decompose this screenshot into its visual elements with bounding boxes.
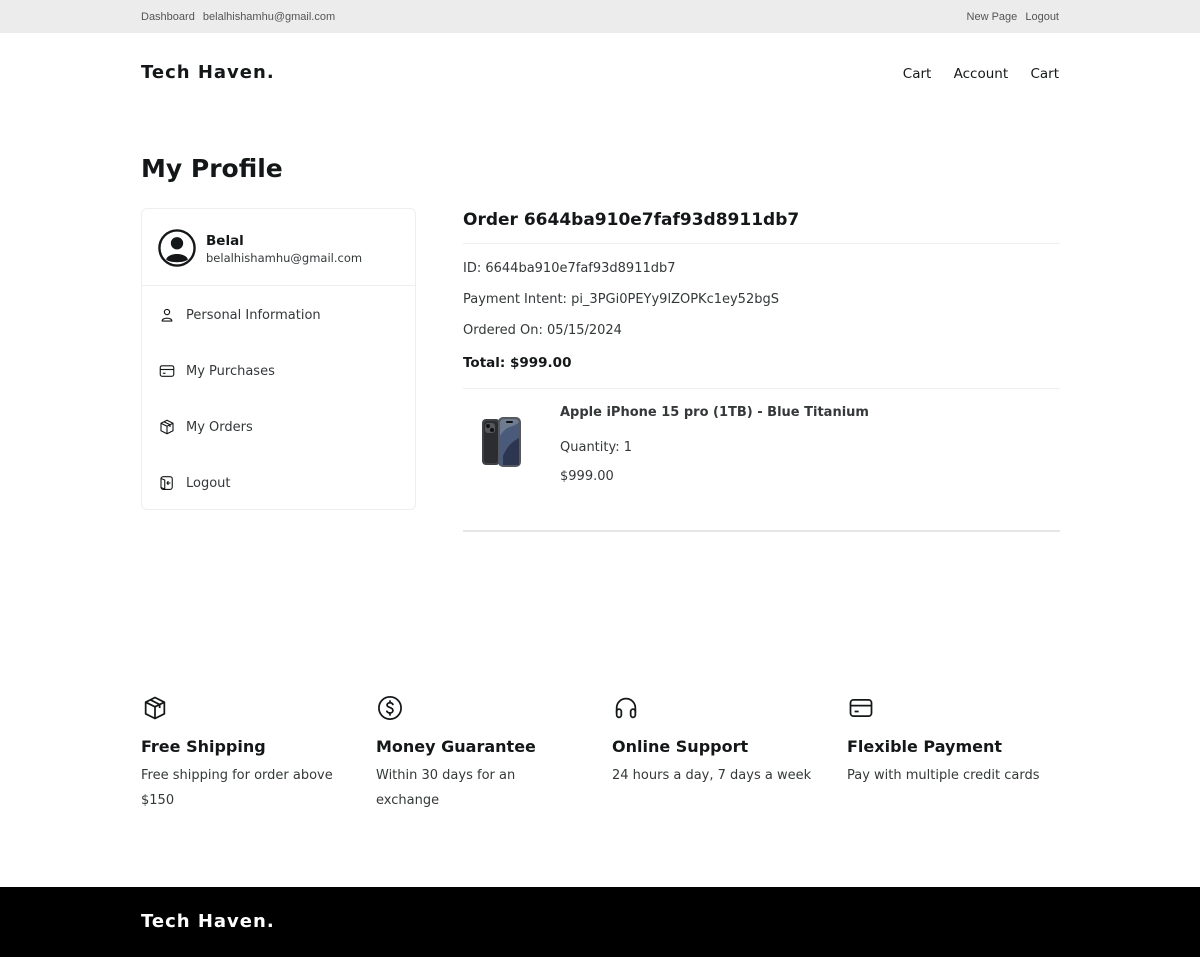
profile-sidebar: Belal belalhishamhu@gmail.com Personal I…	[141, 208, 416, 510]
dashboard-link[interactable]: Dashboard	[141, 11, 195, 23]
divider	[463, 243, 1060, 244]
feature-title: Flexible Payment	[847, 737, 1003, 756]
features-section: Free Shipping Free shipping for order ab…	[141, 694, 1061, 814]
product-quantity: Quantity: 1	[560, 440, 633, 455]
headphones-icon	[615, 697, 637, 719]
nav-account[interactable]: Account	[954, 66, 1009, 82]
order-title: Order 6644ba910e7faf93d8911db7	[463, 210, 800, 230]
menu-label: Logout	[186, 475, 231, 491]
logout-icon	[160, 476, 173, 490]
feature-desc: 24 hours a day, 7 days a week	[612, 768, 812, 783]
top-bar: Dashboard belalhishamhu@gmail.com New Pa…	[0, 0, 1200, 33]
nav-cart-2[interactable]: Cart	[1030, 66, 1059, 82]
feature-title: Free Shipping	[141, 737, 266, 756]
product-price: $999.00	[560, 469, 614, 484]
menu-my-purchases[interactable]: My Purchases	[158, 362, 275, 380]
menu-logout[interactable]: Logout	[158, 474, 231, 492]
profile-email: belalhishamhu@gmail.com	[206, 251, 363, 265]
credit-card-icon	[159, 365, 175, 377]
menu-label: Personal Information	[186, 307, 321, 323]
payment-intent: Payment Intent: pi_3PGi0PEYy9lZOPKc1ey52…	[463, 292, 779, 307]
topbar-logout-link[interactable]: Logout	[1025, 11, 1059, 23]
order-id: ID: 6644ba910e7faf93d8911db7	[463, 261, 676, 276]
menu-label: My Purchases	[186, 363, 275, 379]
menu-label: My Orders	[186, 419, 253, 435]
feature-money-guarantee: Money Guarantee Within 30 days for an ex…	[376, 694, 596, 808]
feature-desc: Free shipping for order above $150	[141, 768, 333, 808]
footer-brand-logo[interactable]: Tech Haven.	[141, 911, 275, 932]
dollar-circle-icon	[378, 696, 402, 720]
product-image[interactable]	[481, 416, 523, 468]
box-icon	[144, 696, 166, 720]
product-name[interactable]: Apple iPhone 15 pro (1TB) - Blue Titaniu…	[560, 405, 869, 420]
user-email: belalhishamhu@gmail.com	[202, 11, 336, 23]
ordered-on: Ordered On: 05/15/2024	[463, 323, 622, 338]
box-icon	[160, 419, 174, 435]
feature-title: Money Guarantee	[376, 737, 536, 756]
menu-personal-information[interactable]: Personal Information	[158, 306, 321, 324]
credit-card-icon	[849, 698, 873, 718]
menu-my-orders[interactable]: My Orders	[158, 418, 253, 436]
profile-name: Belal	[206, 233, 244, 249]
profile-header: Belal belalhishamhu@gmail.com	[142, 209, 415, 286]
user-icon	[161, 308, 173, 322]
feature-flexible-payment: Flexible Payment Pay with multiple credi…	[847, 694, 1067, 783]
nav-cart[interactable]: Cart	[903, 66, 932, 82]
new-page-link[interactable]: New Page	[967, 11, 1018, 23]
feature-title: Online Support	[612, 737, 749, 756]
order-total: Total: $999.00	[463, 355, 572, 371]
feature-free-shipping: Free Shipping Free shipping for order ab…	[141, 694, 361, 808]
page-title: My Profile	[141, 154, 283, 183]
divider	[463, 530, 1060, 532]
footer: Tech Haven.	[0, 887, 1200, 957]
feature-online-support: Online Support 24 hours a day, 7 days a …	[612, 694, 832, 783]
feature-desc: Within 30 days for an exchange	[376, 768, 516, 808]
divider	[463, 388, 1060, 389]
main-nav: Cart Account Cart	[885, 66, 1059, 82]
brand-logo[interactable]: Tech Haven.	[141, 62, 275, 83]
feature-desc: Pay with multiple credit cards	[847, 768, 1040, 783]
avatar	[158, 229, 196, 267]
